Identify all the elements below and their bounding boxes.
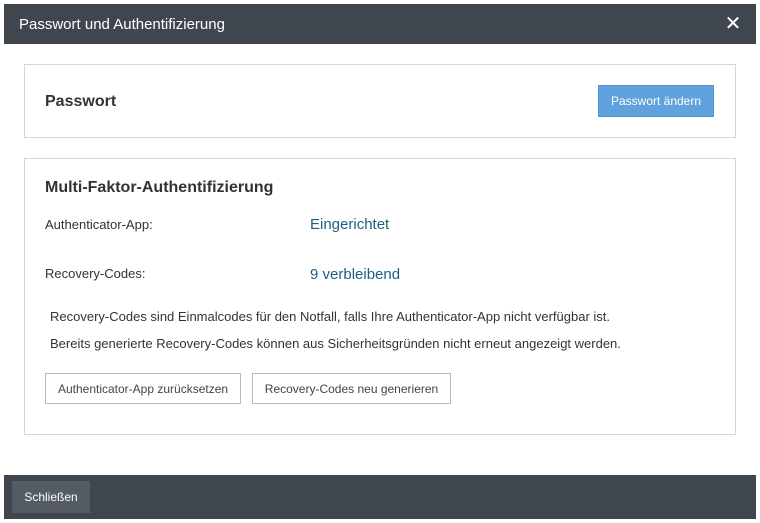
recovery-codes-remaining: 9 verbleibend	[310, 266, 401, 283]
recovery-codes-label: Recovery-Codes:	[45, 266, 146, 281]
dialog-footer: Schließen	[4, 475, 756, 519]
password-panel: Passwort Passwort ändern	[24, 64, 736, 138]
mfa-heading: Multi-Faktor-Authentifizierung	[45, 179, 274, 196]
password-auth-dialog: Passwort und Authentifizierung ✕ Passwor…	[4, 4, 756, 519]
recovery-info-text: Recovery-Codes sind Einmalcodes für den …	[50, 309, 610, 324]
dialog-title: Passwort und Authentifizierung	[19, 16, 225, 33]
close-dialog-button[interactable]: Schließen	[12, 481, 90, 513]
change-password-button[interactable]: Passwort ändern	[598, 85, 714, 117]
dialog-header: Passwort und Authentifizierung ✕	[4, 4, 756, 44]
reset-authenticator-button[interactable]: Authenticator-App zurücksetzen	[45, 373, 241, 404]
authenticator-app-status: Eingerichtet	[310, 216, 390, 233]
password-heading: Passwort	[45, 93, 117, 110]
close-icon[interactable]: ✕	[720, 10, 746, 38]
authenticator-app-label: Authenticator-App:	[45, 217, 153, 232]
mfa-panel: Multi-Faktor-Authentifizierung Authentic…	[24, 158, 736, 435]
regenerate-recovery-codes-button[interactable]: Recovery-Codes neu generieren	[252, 373, 451, 404]
recovery-warning-text: Bereits generierte Recovery-Codes können…	[50, 336, 621, 351]
